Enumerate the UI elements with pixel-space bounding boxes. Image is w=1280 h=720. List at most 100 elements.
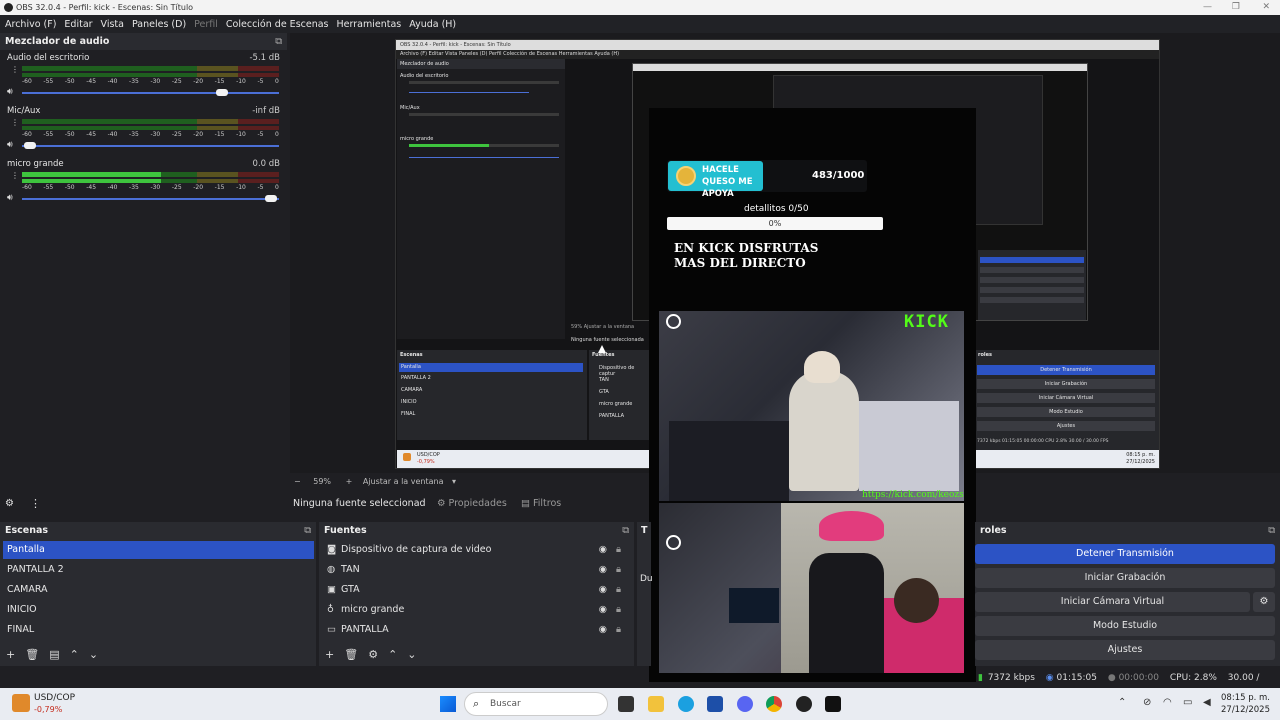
- menu-perfil[interactable]: Perfil: [194, 19, 218, 30]
- tick-label: -15: [214, 131, 225, 138]
- float-dock-icon[interactable]: ⧉: [1268, 522, 1275, 539]
- remove-scene-icon[interactable]: 🗑: [25, 648, 39, 661]
- move-up-icon[interactable]: ⌃: [388, 648, 397, 661]
- menu-ayuda[interactable]: Ayuda (H): [409, 19, 456, 30]
- source-item-tan[interactable]: ◍ TAN ◉ 🔒︎: [327, 561, 629, 579]
- bitrate: 7372 kbps: [987, 673, 1035, 683]
- virtual-cam-gear-icon[interactable]: ⚙: [1253, 592, 1275, 612]
- tick-label: -30: [150, 131, 161, 138]
- more-options-icon[interactable]: ⋮: [30, 497, 41, 510]
- float-dock-icon[interactable]: ⧉: [304, 522, 311, 539]
- audio-meter-2: [22, 73, 279, 77]
- source-item-capture-device[interactable]: ◙ Dispositivo de captura de video ◉ 🔒︎: [327, 541, 629, 559]
- lock-icon[interactable]: 🔒︎: [616, 621, 621, 639]
- tiktok-icon[interactable]: [825, 696, 841, 712]
- studio-mode-button[interactable]: Modo Estudio: [975, 616, 1275, 636]
- visibility-eye-icon[interactable]: ◉: [599, 581, 607, 599]
- visibility-eye-icon[interactable]: ◉: [599, 601, 607, 619]
- clock-time[interactable]: 08:15 p. m.: [1221, 693, 1270, 703]
- lock-icon[interactable]: 🔒︎: [616, 581, 621, 599]
- volume-icon[interactable]: ◀: [1203, 697, 1211, 708]
- menu-herramientas[interactable]: Herramientas: [337, 19, 402, 30]
- channel-db: -inf dB: [252, 106, 280, 116]
- chrome-icon[interactable]: [766, 696, 782, 712]
- store-icon[interactable]: [707, 696, 723, 712]
- filters-button[interactable]: ▤ Filtros: [521, 498, 561, 509]
- scene-transition-gear-icon[interactable]: ⚙: [5, 498, 14, 509]
- visibility-eye-icon[interactable]: ◉: [599, 561, 607, 579]
- move-down-icon[interactable]: ⌄: [407, 648, 416, 661]
- close-icon[interactable]: ✕: [1262, 0, 1270, 15]
- move-down-icon[interactable]: ⌄: [89, 648, 98, 661]
- nested2-titlebar: [633, 64, 1087, 71]
- menu-vista[interactable]: Vista: [101, 19, 124, 30]
- menu-coleccion-escenas[interactable]: Colección de Escenas: [226, 19, 329, 30]
- visibility-eye-icon[interactable]: ◉: [599, 621, 607, 639]
- zoom-out-button[interactable]: −: [294, 477, 301, 486]
- add-scene-icon[interactable]: +: [6, 648, 15, 661]
- source-item-micro-grande[interactable]: ♁ micro grande ◉ 🔒︎: [327, 601, 629, 619]
- scene-item-pantalla[interactable]: Pantalla: [3, 541, 314, 559]
- volume-slider[interactable]: [22, 195, 279, 202]
- scene-filters-icon[interactable]: ▤: [49, 648, 59, 661]
- settings-button[interactable]: Ajustes: [975, 640, 1275, 660]
- remove-source-icon[interactable]: 🗑: [344, 648, 358, 661]
- ticker-widget-icon[interactable]: [12, 694, 30, 712]
- lock-icon[interactable]: 🔒︎: [616, 561, 621, 579]
- tray-app-icon[interactable]: ⊘: [1143, 697, 1151, 708]
- sources-title: Fuentes ⧉: [319, 522, 634, 539]
- float-dock-icon[interactable]: ⧉: [275, 33, 282, 50]
- move-up-icon[interactable]: ⌃: [70, 648, 79, 661]
- discord-icon[interactable]: [737, 696, 753, 712]
- channel-db: -5.1 dB: [249, 53, 280, 63]
- source-settings-gear-icon[interactable]: ⚙: [368, 648, 378, 661]
- no-source-label: Ninguna fuente seleccionad: [293, 498, 426, 509]
- add-source-icon[interactable]: +: [325, 648, 334, 661]
- channel-menu-icon[interactable]: ⋮: [11, 66, 19, 74]
- float-dock-icon[interactable]: ⧉: [622, 522, 629, 539]
- taskbar-search-box[interactable]: ⌕ Buscar: [464, 692, 608, 716]
- volume-slider[interactable]: [22, 142, 279, 149]
- obs-taskbar-icon[interactable]: [796, 696, 812, 712]
- channel-menu-icon[interactable]: ⋮: [11, 172, 19, 180]
- battery-icon[interactable]: ▭: [1183, 697, 1192, 708]
- wifi-icon[interactable]: ◠: [1163, 697, 1172, 708]
- tick-label: -35: [129, 184, 139, 191]
- minimize-icon[interactable]: —: [1203, 0, 1212, 15]
- chevron-down-icon[interactable]: ▾: [452, 477, 456, 486]
- start-virtual-cam-button[interactable]: Iniciar Cámara Virtual: [975, 592, 1250, 612]
- file-explorer-icon[interactable]: [648, 696, 664, 712]
- properties-button[interactable]: ⚙ Propiedades: [437, 498, 507, 509]
- fit-window-select[interactable]: Ajustar a la ventana: [363, 477, 444, 486]
- source-item-pantalla[interactable]: ▭ PANTALLA ◉ 🔒︎: [327, 621, 629, 639]
- volume-icon[interactable]: 🔊︎: [7, 87, 13, 97]
- volume-slider[interactable]: [22, 89, 279, 96]
- volume-icon[interactable]: 🔊︎: [7, 140, 13, 150]
- volume-icon[interactable]: 🔊︎: [7, 193, 13, 203]
- tick-label: -15: [214, 184, 225, 191]
- tick-label: -60: [22, 184, 32, 191]
- maximize-icon[interactable]: ❐: [1232, 0, 1240, 15]
- windows-start-icon[interactable]: [440, 696, 456, 712]
- lock-icon[interactable]: 🔒︎: [616, 601, 621, 619]
- menu-archivo[interactable]: Archivo (F): [5, 19, 56, 30]
- channel-menu-icon[interactable]: ⋮: [11, 119, 19, 127]
- scene-item-camara[interactable]: CAMARA: [3, 581, 48, 599]
- menu-paneles[interactable]: Paneles (D): [132, 19, 186, 30]
- source-item-gta[interactable]: ▣ GTA ◉ 🔒︎: [327, 581, 629, 599]
- visibility-eye-icon[interactable]: ◉: [599, 541, 607, 559]
- start-recording-button[interactable]: Iniciar Grabación: [975, 568, 1275, 588]
- menu-editar[interactable]: Editar: [64, 19, 92, 30]
- stop-streaming-button[interactable]: Detener Transmisión: [975, 544, 1275, 564]
- edge-icon[interactable]: [678, 696, 694, 712]
- scene-item-pantalla-2[interactable]: PANTALLA 2: [3, 561, 64, 579]
- scene-item-final[interactable]: FINAL: [3, 621, 34, 639]
- task-view-icon[interactable]: [618, 696, 634, 712]
- scene-item-inicio[interactable]: INICIO: [3, 601, 37, 619]
- zoom-in-button[interactable]: +: [346, 477, 353, 486]
- lock-icon[interactable]: 🔒︎: [616, 541, 621, 559]
- menu-bar: Archivo (F) Editar Vista Paneles (D) Per…: [0, 15, 1280, 33]
- tick-label: -20: [193, 131, 204, 138]
- tray-chevron-icon[interactable]: ⌃: [1118, 697, 1126, 708]
- clock-date[interactable]: 27/12/2025: [1221, 705, 1270, 715]
